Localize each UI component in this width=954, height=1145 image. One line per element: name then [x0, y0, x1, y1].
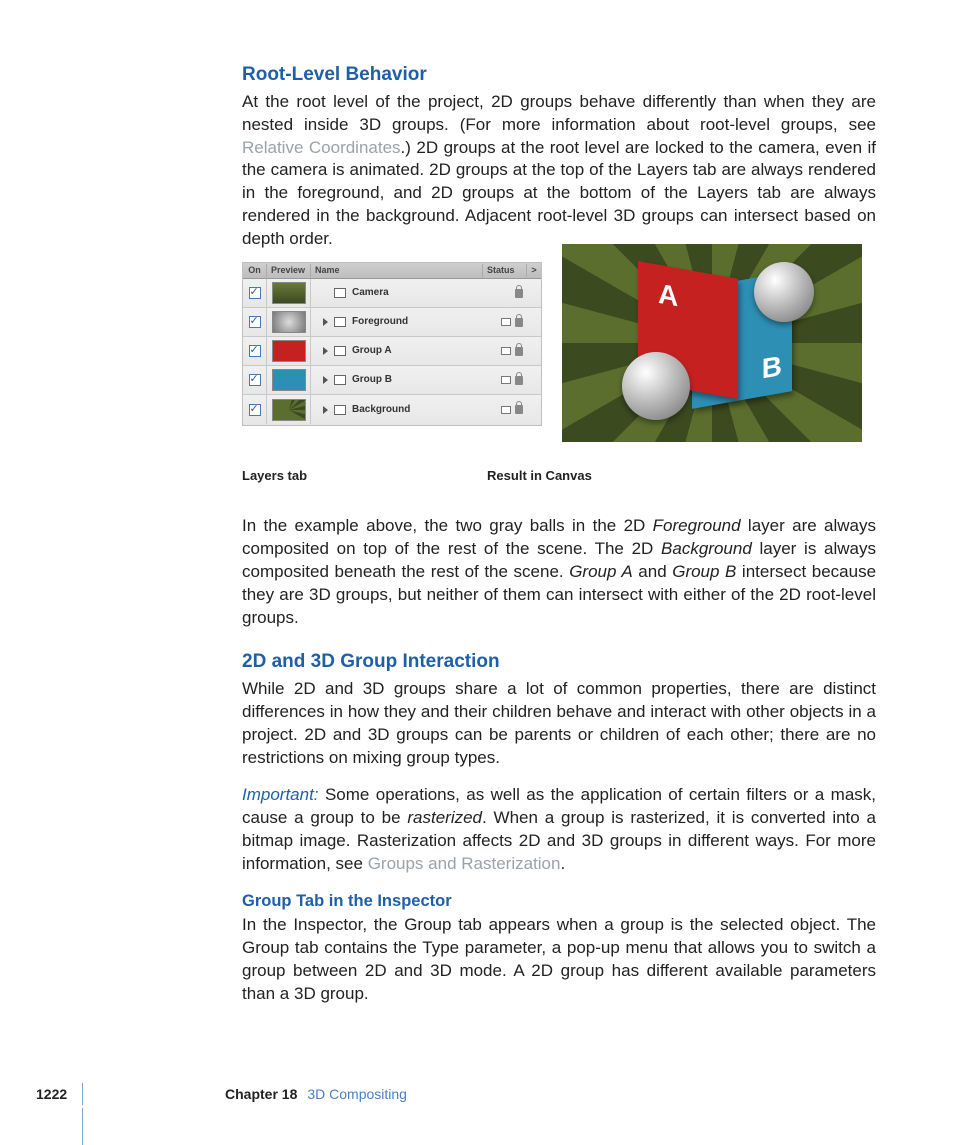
- lock-icon[interactable]: [515, 376, 523, 385]
- col-header-status: Status: [483, 264, 527, 276]
- layer-thumbnail: [272, 311, 306, 333]
- heading-group-tab-inspector: Group Tab in the Inspector: [242, 890, 876, 912]
- canvas-result: B A: [562, 244, 862, 442]
- layer-thumbnail: [272, 282, 306, 304]
- paragraph-interaction: While 2D and 3D groups share a lot of co…: [242, 678, 876, 770]
- layer-name: Group B: [352, 373, 392, 387]
- status-icon: [501, 406, 511, 414]
- visibility-checkbox[interactable]: [249, 316, 261, 328]
- layer-row[interactable]: Group B: [243, 366, 541, 395]
- visibility-checkbox[interactable]: [249, 287, 261, 299]
- page-content: Root-Level Behavior At the root level of…: [0, 0, 954, 1006]
- col-header-name: Name: [311, 264, 483, 276]
- visibility-checkbox[interactable]: [249, 404, 261, 416]
- disclosure-triangle-icon[interactable]: [323, 406, 328, 414]
- lock-icon[interactable]: [515, 405, 523, 414]
- layer-name: Foreground: [352, 315, 408, 329]
- layer-row[interactable]: Background: [243, 395, 541, 424]
- col-header-more[interactable]: >: [527, 264, 541, 276]
- chapter-label: Chapter 18: [225, 1085, 297, 1104]
- layer-row[interactable]: Group A: [243, 337, 541, 366]
- chapter-title: 3D Compositing: [307, 1085, 407, 1104]
- layer-type-icon: [334, 346, 346, 356]
- col-header-on: On: [243, 264, 267, 276]
- layer-name: Background: [352, 403, 410, 417]
- link-relative-coordinates[interactable]: Relative Coordinates: [242, 138, 401, 157]
- paragraph-example: In the example above, the two gray balls…: [242, 515, 876, 630]
- caption-result-canvas: Result in Canvas: [487, 467, 592, 485]
- important-label: Important:: [242, 785, 325, 804]
- paragraph-important: Important: Some operations, as well as t…: [242, 784, 876, 876]
- layer-type-icon: [334, 375, 346, 385]
- layer-thumbnail: [272, 340, 306, 362]
- paragraph-group-tab: In the Inspector, the Group tab appears …: [242, 914, 876, 1006]
- paragraph-root-level: At the root level of the project, 2D gro…: [242, 91, 876, 252]
- layers-panel: On Preview Name Status > Camera Foregroun…: [242, 262, 542, 426]
- layer-type-icon: [334, 288, 346, 298]
- layer-type-icon: [334, 405, 346, 415]
- visibility-checkbox[interactable]: [249, 345, 261, 357]
- lock-icon[interactable]: [515, 289, 523, 298]
- col-header-preview: Preview: [267, 264, 311, 276]
- foreground-ball-bottom: [622, 352, 690, 420]
- status-icon: [501, 318, 511, 326]
- foreground-ball-top: [754, 262, 814, 322]
- lock-icon[interactable]: [515, 318, 523, 327]
- layer-name: Group A: [352, 344, 392, 358]
- lock-icon[interactable]: [515, 347, 523, 356]
- layer-row[interactable]: Camera: [243, 279, 541, 308]
- visibility-checkbox[interactable]: [249, 374, 261, 386]
- heading-root-level-behavior: Root-Level Behavior: [242, 62, 876, 88]
- disclosure-triangle-icon[interactable]: [323, 376, 328, 384]
- link-groups-rasterization[interactable]: Groups and Rasterization: [368, 854, 561, 873]
- figure: On Preview Name Status > Camera Foregroun…: [242, 244, 876, 444]
- page-footer: 1222 Chapter 18 3D Compositing: [36, 1083, 407, 1105]
- footer-divider: [82, 1083, 83, 1105]
- layer-thumbnail: [272, 369, 306, 391]
- layer-row[interactable]: Foreground: [243, 308, 541, 337]
- figure-captions: Layers tab Result in Canvas: [242, 467, 876, 485]
- layer-type-icon: [334, 317, 346, 327]
- layer-thumbnail: [272, 399, 306, 421]
- layers-header-row: On Preview Name Status >: [243, 263, 541, 279]
- status-icon: [501, 376, 511, 384]
- status-icon: [501, 347, 511, 355]
- page-number: 1222: [36, 1085, 82, 1104]
- layer-name: Camera: [352, 286, 389, 300]
- heading-2d-3d-interaction: 2D and 3D Group Interaction: [242, 649, 876, 675]
- disclosure-triangle-icon[interactable]: [323, 318, 328, 326]
- disclosure-triangle-icon[interactable]: [323, 347, 328, 355]
- caption-layers-tab: Layers tab: [242, 467, 307, 485]
